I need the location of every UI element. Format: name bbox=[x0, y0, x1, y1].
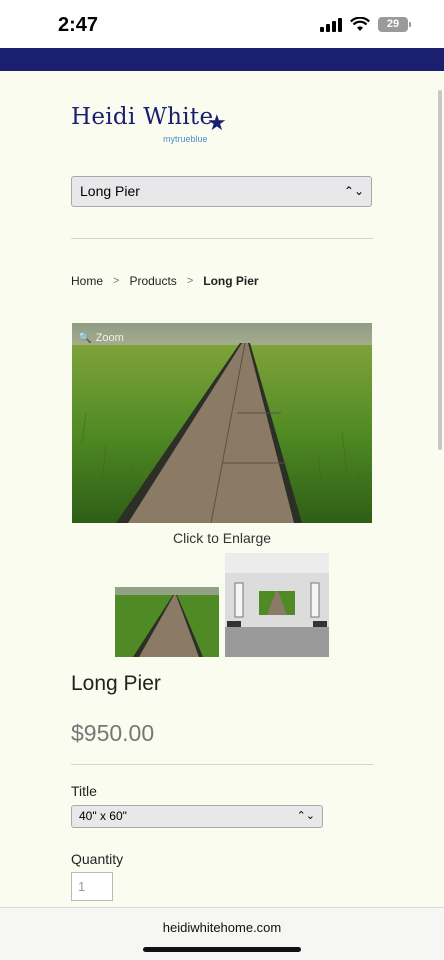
size-select[interactable]: 40" x 60" ⌃⌄ bbox=[71, 805, 323, 828]
url-text[interactable]: heidiwhitehome.com bbox=[0, 920, 444, 935]
chevron-updown-icon: ⌃⌄ bbox=[296, 810, 315, 822]
cellular-signal-icon bbox=[320, 17, 342, 32]
logo-name: Heidi White bbox=[71, 104, 214, 130]
navigation-select[interactable]: Long Pier ⌃⌄ bbox=[71, 176, 372, 207]
magnifier-icon: 🔍 bbox=[78, 332, 92, 344]
zoom-hint: 🔍 Zoom bbox=[78, 331, 124, 345]
product-price: $950.00 bbox=[71, 720, 155, 746]
pier-image bbox=[72, 323, 372, 523]
quantity-input[interactable]: 1 bbox=[71, 872, 113, 901]
breadcrumb-current: Long Pier bbox=[203, 274, 259, 288]
site-logo[interactable]: Heidi White ★ mytrueblue bbox=[71, 104, 227, 144]
star-icon: ★ bbox=[207, 110, 227, 135]
product-main-image[interactable]: 🔍 Zoom bbox=[72, 323, 372, 523]
divider bbox=[71, 764, 373, 765]
status-icons: 29 bbox=[320, 17, 411, 32]
chevron-updown-icon: ⌃⌄ bbox=[343, 184, 364, 198]
thumbnail-pier[interactable] bbox=[115, 587, 219, 657]
wifi-icon bbox=[350, 17, 370, 31]
thumbnail-room[interactable] bbox=[225, 553, 329, 657]
status-bar: 2:47 29 bbox=[0, 0, 444, 48]
logo-tagline: mytrueblue bbox=[163, 134, 208, 144]
header-band bbox=[0, 48, 444, 71]
navigation-select-value: Long Pier bbox=[80, 183, 140, 199]
status-time: 2:47 bbox=[58, 14, 99, 36]
browser-address-bar: heidiwhitehome.com bbox=[0, 907, 444, 960]
click-to-enlarge[interactable]: Click to Enlarge bbox=[0, 530, 444, 546]
battery-icon: 29 bbox=[378, 17, 411, 32]
breadcrumb: Home > Products > Long Pier bbox=[71, 274, 259, 288]
zoom-label: Zoom bbox=[95, 331, 124, 344]
breadcrumb-separator: > bbox=[113, 275, 120, 287]
breadcrumb-products[interactable]: Products bbox=[129, 274, 176, 288]
product-title: Long Pier bbox=[71, 672, 161, 695]
divider bbox=[71, 238, 373, 239]
home-indicator[interactable] bbox=[143, 947, 301, 952]
title-option-label: Title bbox=[71, 783, 97, 799]
quantity-label: Quantity bbox=[71, 851, 124, 867]
breadcrumb-separator: > bbox=[186, 275, 194, 287]
size-select-value: 40" x 60" bbox=[79, 809, 127, 823]
breadcrumb-home[interactable]: Home bbox=[71, 274, 103, 288]
scrollbar[interactable] bbox=[438, 90, 442, 450]
